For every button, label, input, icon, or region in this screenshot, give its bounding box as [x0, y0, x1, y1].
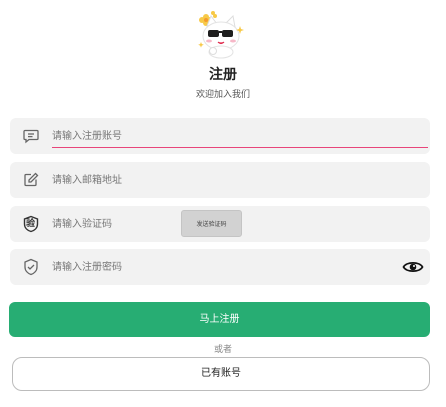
- or-divider: 或者: [213, 345, 232, 355]
- shield-verify-icon: 验: [22, 215, 40, 233]
- eye-icon[interactable]: [402, 257, 424, 277]
- shield-check-icon: [22, 258, 40, 276]
- account-field[interactable]: [10, 118, 430, 154]
- verify-glyph: 验: [26, 219, 36, 229]
- send-code-button[interactable]: 发送验证码: [181, 210, 242, 237]
- have-account-button[interactable]: 已有账号: [12, 357, 430, 391]
- email-field[interactable]: [10, 162, 430, 198]
- cat-logo-icon: [193, 8, 249, 60]
- register-button[interactable]: 马上注册: [9, 302, 430, 337]
- password-input[interactable]: [52, 249, 390, 285]
- email-input[interactable]: [52, 162, 420, 198]
- edit-icon: [22, 171, 40, 189]
- focus-underline: [52, 146, 428, 148]
- message-square-icon: [22, 127, 40, 145]
- account-input[interactable]: [52, 118, 420, 154]
- password-field[interactable]: [10, 249, 430, 285]
- verification-code-field[interactable]: 验 发送验证码: [10, 206, 430, 242]
- page-subtitle: 欢迎加入我们: [195, 90, 250, 100]
- page-title: 注册: [209, 67, 237, 83]
